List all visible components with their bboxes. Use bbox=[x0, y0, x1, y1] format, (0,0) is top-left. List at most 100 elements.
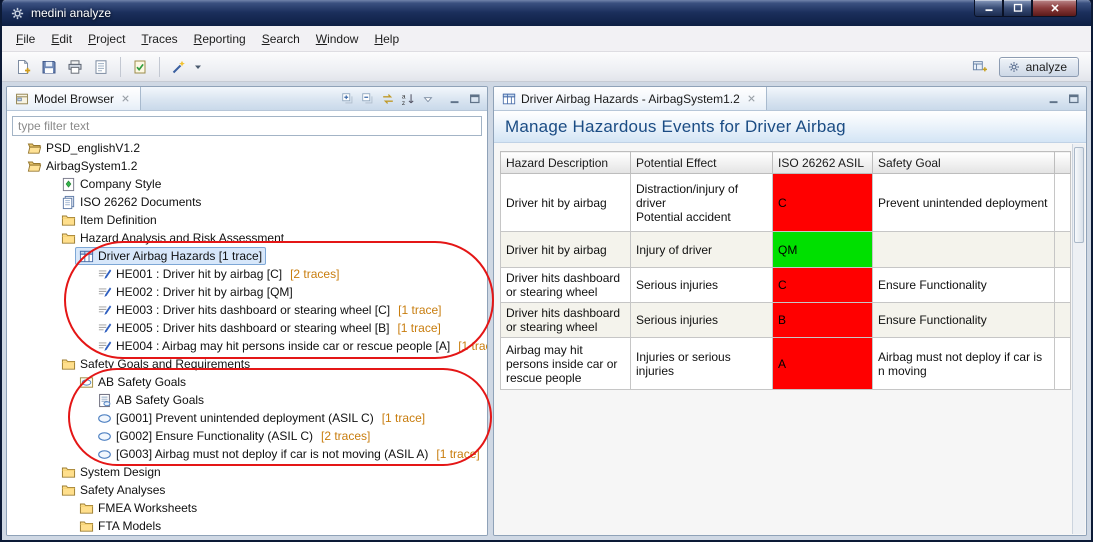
tree-item-content: Safety Goals and Requirements bbox=[57, 355, 254, 373]
folder-icon bbox=[61, 483, 76, 498]
column-header[interactable]: Hazard Description bbox=[501, 152, 631, 174]
export-report-button[interactable] bbox=[88, 55, 114, 79]
trace-count-badge: [2 traces] bbox=[290, 267, 339, 281]
column-header[interactable]: Potential Effect bbox=[631, 152, 773, 174]
tab-driver-airbag-hazards[interactable]: Driver Airbag Hazards - AirbagSystem1.2 bbox=[494, 87, 767, 110]
tab-model-browser[interactable]: Model Browser bbox=[7, 87, 141, 110]
analyze-perspective-label: analyze bbox=[1026, 60, 1067, 74]
menu-file[interactable]: File bbox=[8, 28, 43, 50]
maximize-view-button[interactable] bbox=[1064, 89, 1083, 108]
tree-item-label: [G003] Airbag must not deploy if car is … bbox=[116, 447, 428, 461]
open-perspective-button[interactable] bbox=[968, 56, 992, 78]
tree-item[interactable]: Safety Analyses bbox=[7, 481, 487, 499]
tree-item[interactable]: HE004 : Airbag may hit persons inside ca… bbox=[7, 337, 487, 355]
minimize-view-button[interactable] bbox=[1044, 89, 1063, 108]
tree-item[interactable]: HE005 : Driver hits dashboard or stearin… bbox=[7, 319, 487, 337]
dropdown-caret-icon[interactable] bbox=[192, 55, 203, 79]
tree-item[interactable]: HE003 : Driver hits dashboard or stearin… bbox=[7, 301, 487, 319]
menu-edit[interactable]: Edit bbox=[43, 28, 80, 50]
column-header[interactable]: ISO 26262 ASIL bbox=[773, 152, 873, 174]
title-bar[interactable]: medini analyze bbox=[2, 0, 1091, 26]
close-tab-icon[interactable] bbox=[745, 92, 758, 105]
validate-button[interactable] bbox=[127, 55, 153, 79]
potential-effect-cell[interactable]: Injury of driver bbox=[631, 232, 773, 268]
tree-item[interactable]: FMEA Worksheets bbox=[7, 499, 487, 517]
tree-item[interactable]: Safety Goals and Requirements bbox=[7, 355, 487, 373]
maximize-view-button[interactable] bbox=[465, 89, 484, 108]
potential-effect-cell[interactable]: Distraction/injury of driver Potential a… bbox=[631, 174, 773, 232]
analyze-perspective-button[interactable]: analyze bbox=[999, 57, 1079, 77]
close-tab-icon[interactable] bbox=[119, 92, 132, 105]
safety-goal-cell[interactable]: Ensure Functionality bbox=[873, 268, 1055, 303]
view-menu-button[interactable] bbox=[418, 89, 437, 108]
tree-item[interactable]: Driver Airbag Hazards [1 trace] bbox=[7, 247, 487, 265]
tree-item[interactable]: Hazard Analysis and Risk Assessment bbox=[7, 229, 487, 247]
menu-reporting[interactable]: Reporting bbox=[186, 28, 254, 50]
hazard-description-cell[interactable]: Driver hits dashboard or stearing wheel bbox=[501, 268, 631, 303]
tree-item-label: AB Safety Goals bbox=[116, 393, 204, 407]
model-browser-window-icons bbox=[439, 87, 487, 110]
minimize-button[interactable] bbox=[974, 0, 1003, 17]
tree-item[interactable]: [G002] Ensure Functionality (ASIL C)[2 t… bbox=[7, 427, 487, 445]
tree-item[interactable]: AirbagSystem1.2 bbox=[7, 157, 487, 175]
potential-effect-cell[interactable]: Serious injuries bbox=[631, 303, 773, 338]
sort-button[interactable]: az bbox=[398, 89, 417, 108]
tree-item[interactable]: Company Style bbox=[7, 175, 487, 193]
safety-goal-cell[interactable]: Airbag must not deploy if car is n movin… bbox=[873, 338, 1055, 390]
menu-help[interactable]: Help bbox=[366, 28, 407, 50]
safety-goal-cell[interactable]: Ensure Functionality bbox=[873, 303, 1055, 338]
safety-goal-cell[interactable] bbox=[873, 232, 1055, 268]
tree-item[interactable]: [G003] Airbag must not deploy if car is … bbox=[7, 445, 487, 463]
tree-item[interactable]: [G001] Prevent unintended deployment (AS… bbox=[7, 409, 487, 427]
asil-cell[interactable]: C bbox=[773, 174, 873, 232]
wand-button[interactable] bbox=[166, 55, 192, 79]
potential-effect-cell[interactable]: Serious injuries bbox=[631, 268, 773, 303]
minimize-view-button[interactable] bbox=[445, 89, 464, 108]
model-browser-tabrow: Model Browser az bbox=[7, 87, 487, 111]
menu-search[interactable]: Search bbox=[254, 28, 308, 50]
asil-cell[interactable]: A bbox=[773, 338, 873, 390]
menu-window[interactable]: Window bbox=[308, 28, 367, 50]
link-with-editor-button[interactable] bbox=[378, 89, 397, 108]
tree-item[interactable]: AB Safety Goals bbox=[7, 373, 487, 391]
new-wizard-button[interactable] bbox=[10, 55, 36, 79]
tree-item-label: Item Definition bbox=[80, 213, 157, 227]
tree-item[interactable]: System Design bbox=[7, 463, 487, 481]
close-button[interactable] bbox=[1032, 0, 1077, 17]
asil-cell[interactable]: B bbox=[773, 303, 873, 338]
save-button[interactable] bbox=[36, 55, 62, 79]
collapse-all-button[interactable] bbox=[358, 89, 377, 108]
project-icon bbox=[27, 159, 42, 174]
menu-traces[interactable]: Traces bbox=[133, 28, 185, 50]
menu-project[interactable]: Project bbox=[80, 28, 133, 50]
tree-item[interactable]: PSD_englishV1.2 bbox=[7, 139, 487, 157]
asil-cell[interactable]: QM bbox=[773, 232, 873, 268]
menubar: FileEditProjectTracesReportingSearchWind… bbox=[2, 26, 1091, 52]
print-button[interactable] bbox=[62, 55, 88, 79]
editor-scrollbar[interactable] bbox=[1072, 144, 1085, 534]
hazard-description-cell[interactable]: Driver hit by airbag bbox=[501, 174, 631, 232]
hazard-description-cell[interactable]: Driver hit by airbag bbox=[501, 232, 631, 268]
tree-item-label: HE003 : Driver hits dashboard or stearin… bbox=[116, 303, 390, 317]
hazard-event-icon bbox=[97, 303, 112, 318]
tree-item[interactable]: Item Definition bbox=[7, 211, 487, 229]
potential-effect-cell[interactable]: Injuries or serious injuries bbox=[631, 338, 773, 390]
tree-item[interactable]: FTA Models bbox=[7, 517, 487, 535]
scrollbar-thumb[interactable] bbox=[1074, 147, 1084, 243]
column-header[interactable]: Safety Goal bbox=[873, 152, 1055, 174]
tree-item[interactable]: ISO 26262 Documents bbox=[7, 193, 487, 211]
filter-input[interactable] bbox=[12, 116, 482, 136]
maximize-button[interactable] bbox=[1003, 0, 1032, 17]
tree-item[interactable]: HE001 : Driver hit by airbag [C][2 trace… bbox=[7, 265, 487, 283]
hazard-description-cell[interactable]: Airbag may hit persons inside car or res… bbox=[501, 338, 631, 390]
asil-cell[interactable]: C bbox=[773, 268, 873, 303]
expand-all-button[interactable] bbox=[338, 89, 357, 108]
window-title: medini analyze bbox=[31, 6, 111, 20]
page-title: Manage Hazardous Events for Driver Airba… bbox=[494, 111, 1086, 143]
hazard-description-cell[interactable]: Driver hits dashboard or stearing wheel bbox=[501, 303, 631, 338]
safety-goal-cell[interactable]: Prevent unintended deployment bbox=[873, 174, 1055, 232]
editor-body: Hazard DescriptionPotential EffectISO 26… bbox=[494, 143, 1086, 535]
hazard-table: Hazard DescriptionPotential EffectISO 26… bbox=[500, 151, 1071, 390]
tree-item[interactable]: AB Safety Goals bbox=[7, 391, 487, 409]
tree-item[interactable]: HE002 : Driver hit by airbag [QM] bbox=[7, 283, 487, 301]
